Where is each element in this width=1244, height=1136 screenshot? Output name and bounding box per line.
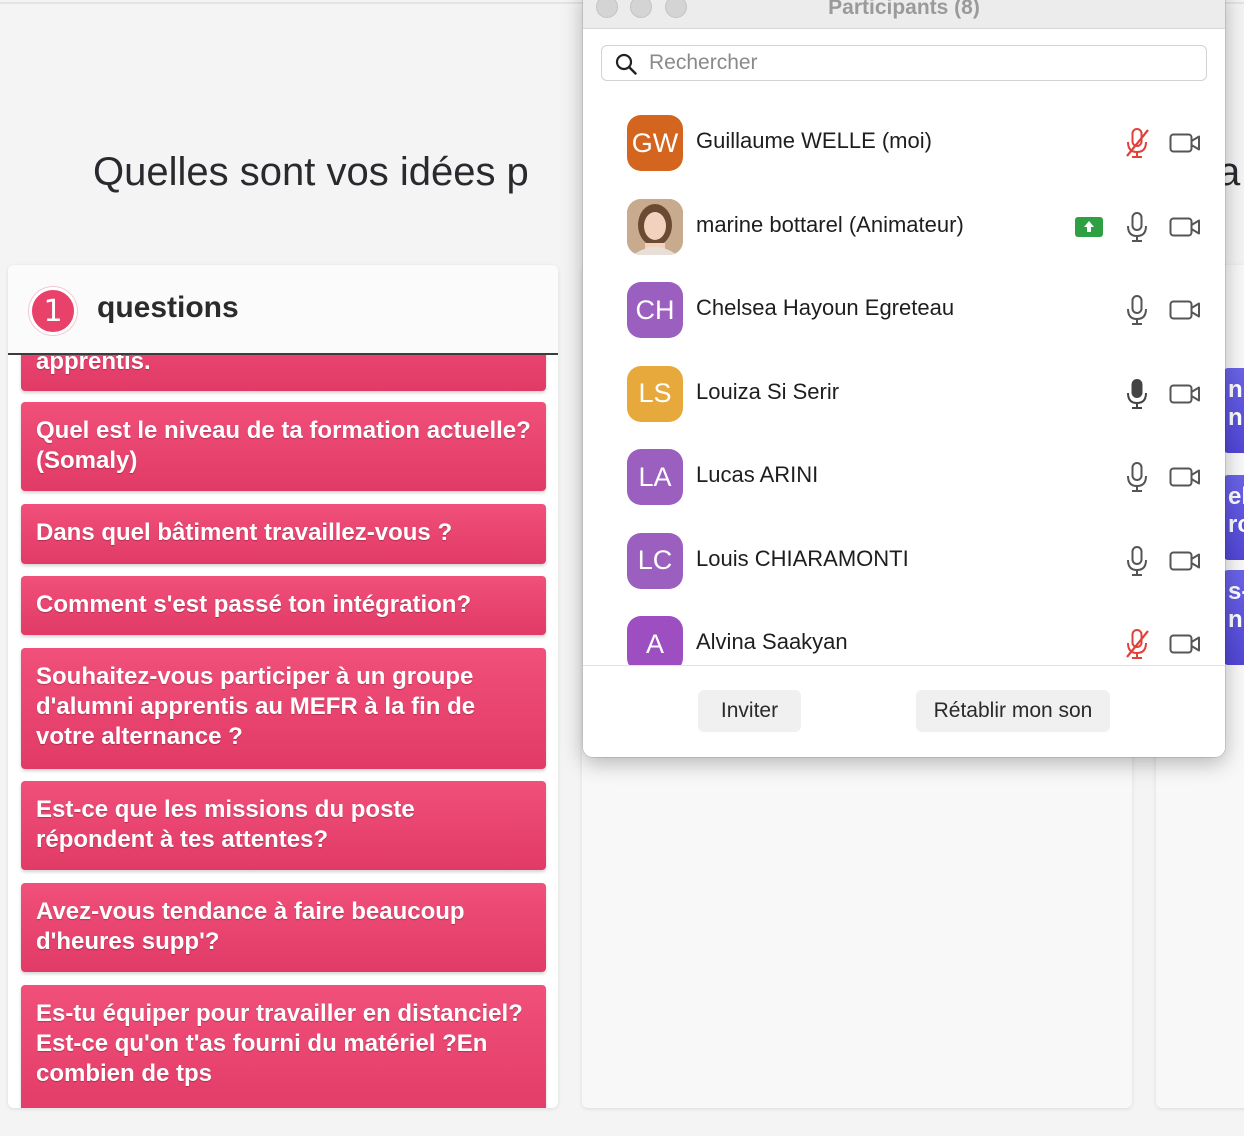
video-camera-icon[interactable] xyxy=(1169,550,1201,572)
participant-row[interactable]: LA Lucas ARINI xyxy=(583,435,1225,519)
participant-row[interactable]: LC Louis CHIARAMONTI xyxy=(583,519,1225,603)
participant-row[interactable]: GW Guillaume WELLE (moi) xyxy=(583,101,1225,185)
column-title: questions xyxy=(97,291,239,324)
questions-column: 1 questions apprentis. Quel est le nivea… xyxy=(8,265,558,1108)
participant-name: Chelsea Hayoun Egreteau xyxy=(696,295,955,320)
idea-card[interactable]: elsrcy xyxy=(1224,475,1244,560)
participant-row[interactable]: marine bottarel (Animateur) xyxy=(583,185,1225,269)
question-card[interactable]: apprentis. xyxy=(21,355,546,391)
participant-row[interactable]: CH Chelsea Hayoun Egreteau xyxy=(583,268,1225,352)
search-icon xyxy=(615,53,637,75)
column-header: 1 questions xyxy=(8,265,558,355)
avatar-photo xyxy=(627,198,683,255)
question-card[interactable]: Quel est le niveau de ta formation actue… xyxy=(21,402,546,491)
question-card[interactable]: Avez-vous tendance à faire beaucoup d'he… xyxy=(21,883,546,972)
avatar: LA xyxy=(627,449,683,505)
avatar-initials: CH xyxy=(635,294,675,325)
participant-name: Louiza Si Serir xyxy=(696,378,840,404)
video-camera-icon[interactable] xyxy=(1169,216,1201,238)
question-card[interactable]: Es-tu équiper pour travailler en distanc… xyxy=(21,985,546,1108)
avatar: CH xyxy=(627,282,683,338)
avatar-initials: LA xyxy=(638,461,672,492)
video-camera-icon[interactable] xyxy=(1169,132,1201,154)
window-footer: Inviter Rétablir mon son xyxy=(583,665,1225,757)
participant-name: Lucas ARINI xyxy=(696,462,819,487)
questions-count-badge: 1 xyxy=(29,287,77,335)
mic-icon[interactable] xyxy=(1123,461,1151,493)
avatar: LS xyxy=(627,365,683,422)
video-camera-icon[interactable] xyxy=(1169,466,1201,488)
question-card[interactable]: Dans quel bâtiment travaillez-vous ? xyxy=(21,504,546,564)
avatar-initials: LC xyxy=(637,545,673,575)
avatar: LC xyxy=(627,532,683,589)
mic-active-icon[interactable] xyxy=(1123,378,1151,410)
unmute-button[interactable]: Rétablir mon son xyxy=(916,690,1110,732)
invite-button[interactable]: Inviter xyxy=(698,690,801,732)
search-input[interactable] xyxy=(649,49,1189,77)
mic-muted-icon[interactable] xyxy=(1123,628,1151,660)
mic-muted-icon[interactable] xyxy=(1123,127,1151,159)
idea-card[interactable]: s-nu xyxy=(1224,570,1244,665)
avatar-initials: LS xyxy=(638,378,672,408)
window-title: Participants (8) xyxy=(828,0,980,19)
avatar xyxy=(627,198,683,255)
participant-name: marine bottarel (Animateur) xyxy=(696,211,964,237)
page-title: Quelles sont vos idées p xyxy=(93,150,529,194)
question-card[interactable]: Souhaitez-vous participer à un groupe d'… xyxy=(21,648,546,769)
screen-share-icon xyxy=(1075,216,1103,237)
participant-name: Guillaume WELLE (moi) xyxy=(696,128,932,153)
participant-name: Louis CHIARAMONTI xyxy=(696,545,909,571)
avatar-initials: A xyxy=(645,628,664,659)
idea-card[interactable]: nrnr xyxy=(1224,368,1244,453)
avatar: A xyxy=(627,616,683,672)
video-camera-icon[interactable] xyxy=(1169,299,1201,321)
avatar-initials: GW xyxy=(631,127,679,158)
avatar: GW xyxy=(627,115,683,171)
participant-row[interactable]: LS Louiza Si Serir xyxy=(583,352,1225,436)
participants-window: Participants (8) GW Guillaume WELLE (moi)… xyxy=(583,0,1225,757)
mic-icon[interactable] xyxy=(1123,211,1151,243)
search-box[interactable] xyxy=(601,45,1207,81)
question-card[interactable]: Comment s'est passé ton intégration? xyxy=(21,576,546,635)
participant-name: Alvina Saakyan xyxy=(696,629,848,654)
mic-icon[interactable] xyxy=(1123,545,1151,577)
video-camera-icon[interactable] xyxy=(1169,383,1201,405)
question-cards-list[interactable]: apprentis. Quel est le niveau de ta form… xyxy=(8,355,558,1108)
video-camera-icon[interactable] xyxy=(1169,633,1201,655)
question-card[interactable]: Est-ce que les missions du poste réponde… xyxy=(21,781,546,870)
window-titlebar[interactable]: Participants (8) xyxy=(583,0,1225,29)
mic-icon[interactable] xyxy=(1123,294,1151,326)
